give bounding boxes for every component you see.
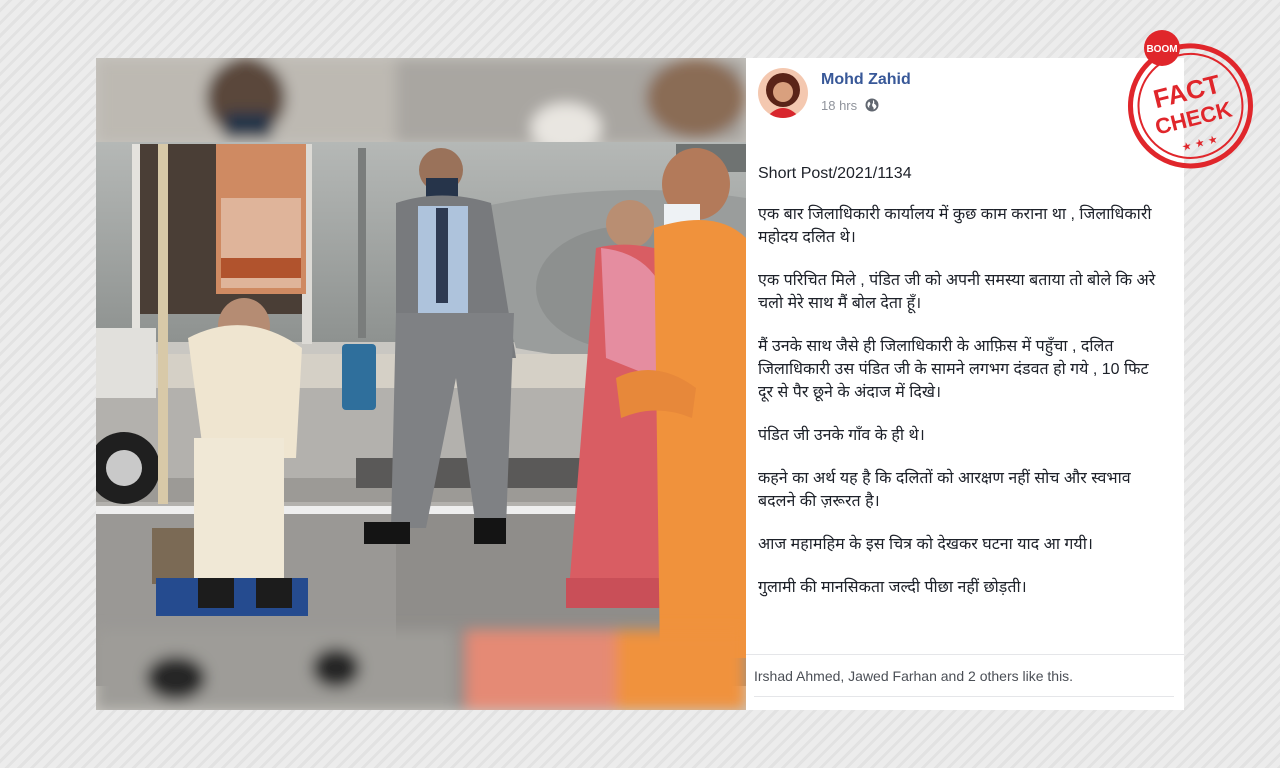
post-paragraph: गुलामी की मानसिकता जल्दी पीछा नहीं छोड़त…	[758, 579, 1027, 596]
likes-divider-top	[746, 654, 1184, 655]
post-paragraph: पंडित जी उनके गाँव के ही थे।	[758, 427, 925, 444]
post-timestamp[interactable]: 18 hrs	[821, 98, 879, 113]
post-time-text: 18 hrs	[821, 98, 858, 113]
post-paragraph: एक बार जिलाधिकारी कार्यालय में कुछ काम क…	[758, 206, 1152, 246]
fact-check-stamp-logo: FACT CHECK ★ ★ ★ BOOM	[1127, 30, 1253, 169]
stamp-brand: BOOM	[1146, 44, 1177, 55]
post-paragraph: Short Post/2021/1134	[758, 165, 912, 182]
photo-illustration	[96, 58, 746, 710]
facebook-post-card: Mohd Zahid 18 hrs Short Post/2021/1134 ए…	[746, 58, 1184, 710]
post-paragraph: एक परिचित मिले , पंडित जी को अपनी समस्या…	[758, 272, 1156, 312]
globe-icon[interactable]	[865, 98, 879, 112]
post-header: Mohd Zahid 18 hrs	[758, 68, 1158, 120]
author-name-link[interactable]: Mohd Zahid	[821, 71, 911, 89]
likes-divider-bottom	[754, 696, 1174, 697]
profile-picture-icon	[758, 68, 808, 118]
post-paragraph: आज महामहिम के इस चित्र को देखकर घटना याद…	[758, 536, 1093, 553]
post-paragraph: कहने का अर्थ यह है कि दलितों को आरक्षण न…	[758, 470, 1131, 510]
fact-check-stamp: FACT CHECK ★ ★ ★ BOOM	[1122, 22, 1258, 172]
likes-summary-link[interactable]: Irshad Ahmed, Jawed Farhan and 2 others …	[754, 668, 1073, 684]
post-photo[interactable]	[96, 58, 746, 710]
post-paragraph: मैं उनके साथ जैसे ही जिलाधिकारी के आफ़िस…	[758, 338, 1149, 401]
avatar[interactable]	[758, 68, 808, 118]
stamp-stars: ★ ★ ★	[1180, 133, 1219, 154]
post-text: Short Post/2021/1134 एक बार जिलाधिकारी क…	[758, 162, 1168, 619]
